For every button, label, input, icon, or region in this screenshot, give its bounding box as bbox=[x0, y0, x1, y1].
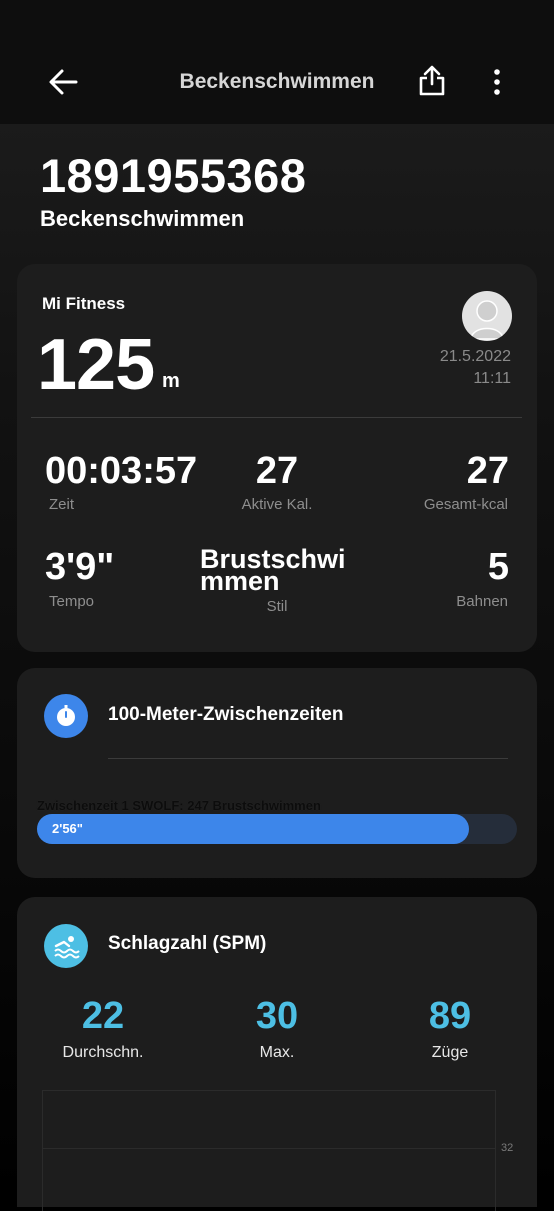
spm-max-label: Max. bbox=[259, 1044, 295, 1061]
strokes-total-label: Züge bbox=[431, 1044, 469, 1061]
page-title: Beckenschwimmen bbox=[179, 70, 375, 93]
stat-pace-value: 3'9" bbox=[45, 546, 115, 588]
strokes-total-value: 89 bbox=[428, 995, 472, 1037]
spm-average-label: Durchschn. bbox=[62, 1044, 144, 1061]
divider bbox=[31, 417, 522, 418]
stat-active-kcal-value: 27 bbox=[255, 450, 299, 492]
stroke-rate-card: Schlagzahl (SPM) 22 Durchschn. 30 Max. 8… bbox=[17, 897, 537, 1211]
split-caption: Zwischenzeit 1 SWOLF: 247 Brustschwimmen bbox=[37, 798, 321, 813]
share-icon[interactable] bbox=[416, 64, 448, 98]
chart-axis-label: 32 bbox=[501, 1142, 514, 1154]
stat-style-label: Stil bbox=[266, 598, 288, 615]
stat-duration-label: Zeit bbox=[49, 496, 75, 513]
stat-style-value: Brustschwi mmen bbox=[200, 544, 346, 596]
distance-unit: m bbox=[162, 370, 180, 392]
split-time: 2'56" bbox=[52, 821, 83, 836]
stroke-rate-title: Schlagzahl (SPM) bbox=[108, 933, 267, 954]
distance-value: 125 bbox=[37, 325, 155, 405]
more-vert-icon[interactable] bbox=[486, 66, 508, 98]
workout-date: 21.5.2022 bbox=[439, 348, 511, 365]
chart-gridline bbox=[43, 1148, 495, 1149]
stat-laps-label: Bahnen bbox=[456, 593, 508, 610]
app-bar: Beckenschwimmen bbox=[0, 0, 554, 124]
splits-title: 100-Meter-Zwischenzeiten bbox=[108, 704, 344, 725]
stat-active-kcal-label: Aktive Kal. bbox=[241, 496, 313, 513]
workout-id: 1891955368 bbox=[40, 149, 307, 202]
split-bar[interactable]: 2'56" bbox=[37, 814, 517, 844]
splits-card: 100-Meter-Zwischenzeiten Zwischenzeit 1 … bbox=[17, 668, 537, 878]
swimming-icon bbox=[44, 924, 88, 968]
source-label: Mi Fitness bbox=[42, 294, 126, 313]
stat-total-kcal-label: Gesamt-kcal bbox=[423, 496, 508, 513]
stat-pace-label: Tempo bbox=[49, 593, 95, 610]
workout-time: 11:11 bbox=[473, 370, 511, 387]
avatar-icon bbox=[470, 300, 504, 340]
stat-duration-value: 00:03:57 bbox=[45, 450, 198, 492]
spm-max-value: 30 bbox=[255, 995, 299, 1037]
avatar[interactable] bbox=[462, 291, 512, 341]
stat-laps-value: 5 bbox=[487, 546, 509, 588]
summary-card: Mi Fitness 125 m 21.5.2022 11:11 00:03:5… bbox=[17, 264, 537, 652]
spm-chart bbox=[42, 1090, 496, 1211]
workout-type: Beckenschwimmen bbox=[40, 206, 245, 231]
divider bbox=[108, 758, 508, 759]
stat-total-kcal-value: 27 bbox=[466, 450, 509, 492]
spm-average-value: 22 bbox=[81, 995, 125, 1037]
stopwatch-icon bbox=[44, 694, 88, 738]
split-bar-fill bbox=[37, 814, 469, 844]
